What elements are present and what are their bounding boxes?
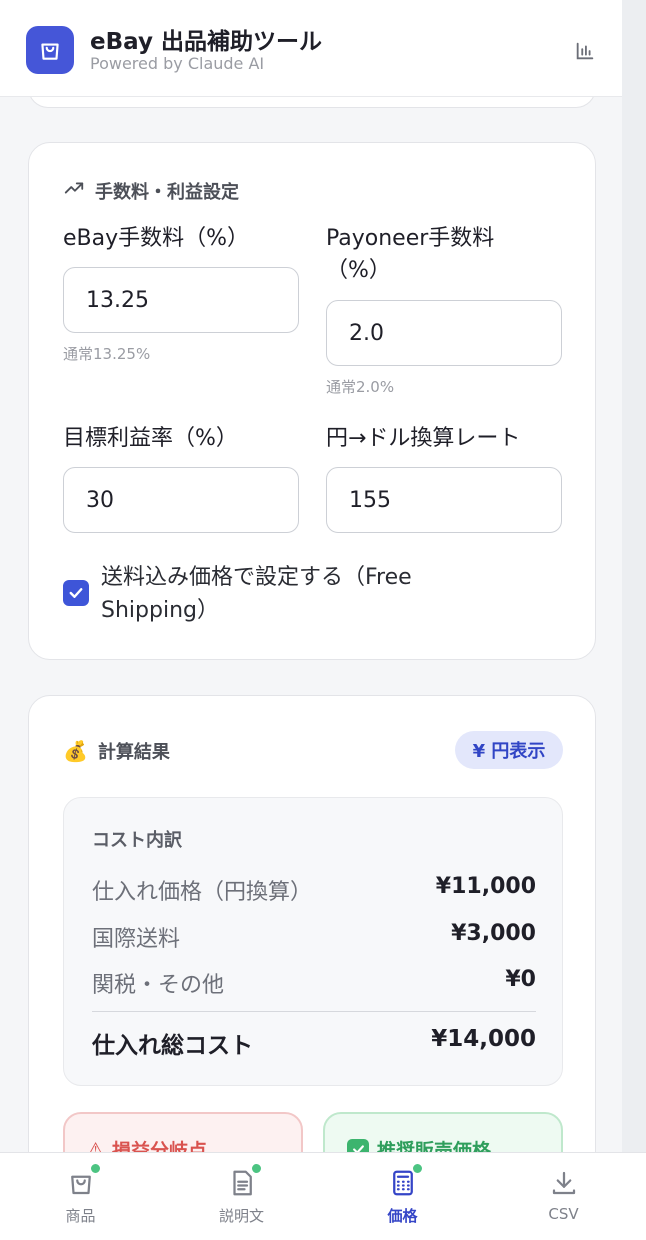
money-bag-icon: 💰 [63, 739, 88, 763]
trending-up-icon [63, 177, 85, 204]
results-card: 💰 計算結果 ¥ 円表示 コスト内訳 仕入れ価格（円換算） ¥11,000 国際… [28, 695, 596, 1182]
check-icon [69, 588, 83, 598]
target-margin-input[interactable] [63, 467, 299, 533]
calculator-icon [387, 1162, 424, 1199]
bar-chart-icon[interactable] [568, 34, 602, 68]
fx-rate-label: 円→ドル換算レート [326, 426, 521, 451]
tab-price[interactable]: 価格 [322, 1153, 483, 1240]
status-dot [249, 1162, 263, 1175]
cost-row-label: 仕入れ価格（円換算） [92, 880, 313, 905]
total-cost-label: 仕入れ総コスト [92, 1033, 253, 1059]
tab-csv[interactable]: CSV [483, 1153, 644, 1240]
cost-row-amount: ¥3,000 [451, 921, 536, 946]
ebay-fee-label: eBay手数料（%） [63, 226, 250, 251]
cost-row: 国際送料 ¥3,000 [92, 921, 536, 953]
free-shipping-label[interactable]: 送料込み価格で設定する（Free Shipping） [101, 561, 481, 627]
ebay-fee-hint: 通常13.25% [63, 345, 151, 363]
cost-breakdown-box: コスト内訳 仕入れ価格（円換算） ¥11,000 国際送料 ¥3,000 関税・… [63, 797, 563, 1086]
scrollbar-track [622, 0, 646, 1160]
cost-breakdown-title: コスト内訳 [92, 830, 182, 851]
cost-row-amount: ¥0 [505, 967, 536, 992]
tab-label: 説明文 [218, 1207, 264, 1225]
cost-row-label: 関税・その他 [92, 973, 225, 998]
cost-row-amount: ¥11,000 [435, 874, 536, 899]
download-icon [548, 1167, 580, 1199]
fees-section-heading: 手数料・利益設定 [63, 177, 239, 204]
ebay-fee-input[interactable] [63, 267, 299, 333]
divider [92, 1011, 536, 1012]
total-cost-row: 仕入れ総コスト ¥14,000 [92, 1026, 536, 1060]
cost-row: 仕入れ価格（円換算） ¥11,000 [92, 874, 536, 906]
app-title: eBay 出品補助ツール [90, 29, 322, 55]
target-margin-label: 目標利益率（%） [63, 426, 238, 451]
app-subtitle: Powered by Claude AI [90, 54, 265, 73]
tab-label: 商品 [65, 1207, 96, 1225]
app-header: eBay 出品補助ツール Powered by Claude AI [0, 0, 622, 97]
results-section-heading: 💰 計算結果 [63, 739, 170, 763]
payoneer-fee-input[interactable] [326, 300, 562, 366]
status-dot [88, 1162, 102, 1175]
bag-icon [65, 1162, 102, 1199]
tab-products[interactable]: 商品 [0, 1153, 161, 1240]
total-cost-amount: ¥14,000 [431, 1026, 536, 1052]
cost-row-label: 国際送料 [92, 927, 181, 952]
tab-description[interactable]: 説明文 [161, 1153, 322, 1240]
tab-label: CSV [548, 1205, 579, 1223]
document-icon [226, 1162, 263, 1199]
payoneer-fee-hint: 通常2.0% [326, 378, 395, 396]
fx-rate-input[interactable] [326, 467, 562, 533]
status-dot [410, 1162, 424, 1175]
fees-settings-card: 手数料・利益設定 eBay手数料（%） 通常13.25% Payoneer手数料… [28, 142, 596, 660]
shopping-bag-icon [26, 26, 74, 74]
free-shipping-checkbox[interactable] [63, 580, 89, 606]
cost-row: 関税・その他 ¥0 [92, 967, 536, 999]
currency-toggle-button[interactable]: ¥ 円表示 [455, 731, 563, 769]
bottom-tab-bar: 商品 説明文 価格 CSV [0, 1152, 646, 1240]
payoneer-fee-label: Payoneer手数料（%） [326, 226, 495, 283]
tab-label: 価格 [387, 1207, 418, 1225]
